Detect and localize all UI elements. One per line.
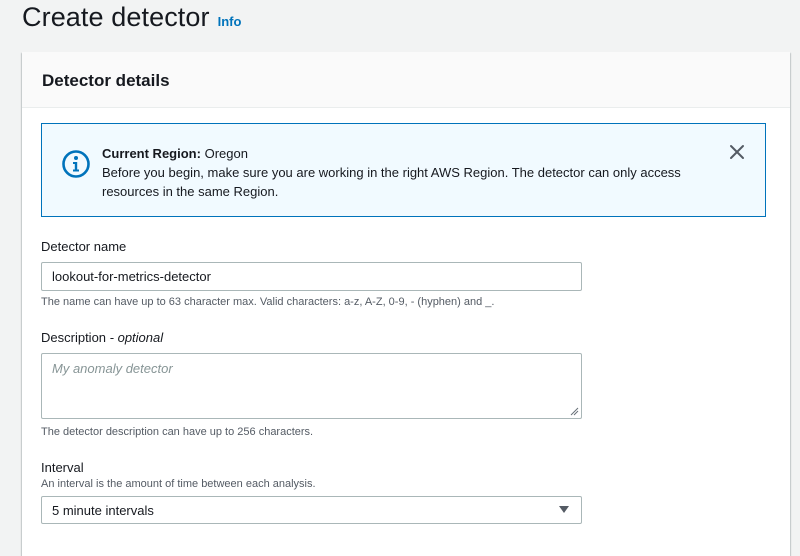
resize-grip-icon[interactable] (569, 406, 579, 416)
alert-region: Oregon (204, 146, 248, 161)
region-info-alert: Current Region: Oregon Before you begin,… (41, 123, 766, 217)
panel-header: Detector details (22, 52, 790, 108)
close-icon[interactable] (727, 142, 747, 162)
panel-title: Detector details (42, 71, 170, 90)
description-label: Description - optional (41, 330, 163, 345)
description-label-text: Description (41, 330, 107, 345)
optional-tag: - optional (109, 330, 164, 345)
info-circle-icon (62, 150, 90, 178)
interval-label: Interval (41, 460, 84, 475)
detector-name-input[interactable] (41, 262, 582, 291)
page-header: Create detector Info (22, 2, 241, 38)
detector-name-constraint: The name can have up to 63 character max… (41, 296, 495, 308)
description-textarea[interactable] (41, 353, 582, 419)
interval-select-value: 5 minute intervals (52, 502, 154, 518)
description-constraint: The detector description can have up to … (41, 426, 314, 438)
interval-select[interactable]: 5 minute intervals (41, 496, 582, 524)
interval-description: An interval is the amount of time betwee… (41, 478, 316, 490)
info-link[interactable]: Info (218, 14, 242, 29)
page-title: Create detector (22, 2, 210, 32)
detector-details-panel: Detector details Current Region: Oregon … (22, 52, 790, 556)
alert-body: Before you begin, make sure you are work… (102, 165, 681, 199)
alert-content: Current Region: Oregon Before you begin,… (102, 144, 702, 201)
detector-name-label: Detector name (41, 239, 127, 254)
alert-heading: Current Region: (102, 146, 201, 161)
caret-down-icon (559, 506, 569, 513)
